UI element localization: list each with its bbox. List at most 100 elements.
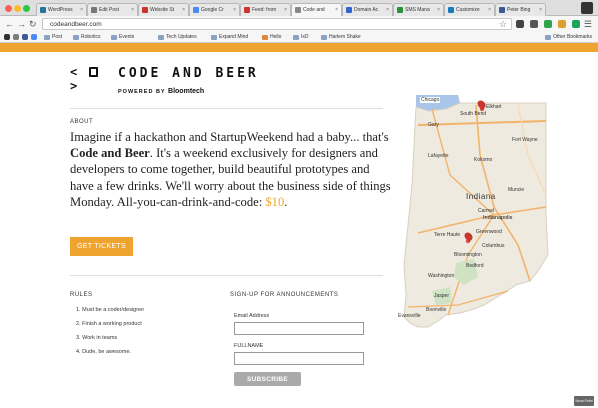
bookmark-expand-mind[interactable]: Expand Mind xyxy=(211,34,248,40)
email-field[interactable] xyxy=(234,322,364,335)
tab-favicon-icon xyxy=(397,7,403,13)
map-graphic xyxy=(403,95,549,328)
folder-icon xyxy=(321,34,327,40)
map-city-evansville: Evansville xyxy=(398,313,421,319)
extension-drive-icon[interactable] xyxy=(572,20,580,28)
browser-tab[interactable]: Feed: from × xyxy=(240,3,291,16)
reload-icon[interactable]: ↻ xyxy=(29,19,37,29)
fullname-label: FULLNAME xyxy=(234,343,264,349)
bookmark-post[interactable]: Post xyxy=(44,34,62,40)
get-tickets-button[interactable]: GET TICKETS xyxy=(70,237,133,256)
bookmark-hello[interactable]: Hello xyxy=(262,34,281,40)
tab-title: Domain Ac xyxy=(354,7,379,13)
browser-tab[interactable]: Domain Ac × xyxy=(342,3,393,16)
about-paragraph: Imagine if a hackathon and StartupWeeken… xyxy=(70,130,391,209)
bookmark-ixd[interactable]: IxD xyxy=(293,34,309,40)
tab-close-icon[interactable]: × xyxy=(131,7,134,13)
divider xyxy=(70,108,383,109)
back-arrow-icon[interactable]: ← xyxy=(5,19,14,29)
browser-tab[interactable]: Customize × xyxy=(444,3,495,16)
address-bar[interactable]: codeandbeer.com ☆ xyxy=(42,18,512,30)
menu-icon[interactable]: ☰ xyxy=(584,19,592,29)
bookmark-icon-3[interactable] xyxy=(22,34,28,40)
browser-tabs: WordPress × Edit Post × Website St × Google Cr… xyxy=(36,3,546,16)
fullname-field[interactable] xyxy=(234,352,364,365)
list-item: 4. Dude, be awesome. xyxy=(76,349,132,355)
extension-shield-icon[interactable] xyxy=(530,20,538,28)
tab-title: Google Cr xyxy=(201,7,224,13)
browser-tab[interactable]: Website St × xyxy=(138,3,189,16)
tab-title: SMS Mana xyxy=(405,7,430,13)
map-city-gary: Gary xyxy=(428,122,439,128)
folder-icon xyxy=(73,34,79,40)
subscribe-button[interactable]: SUBSCRIBE xyxy=(234,372,301,386)
tab-close-icon[interactable]: × xyxy=(182,7,185,13)
extension-check-icon[interactable] xyxy=(544,20,552,28)
beer-mug-icon xyxy=(89,67,98,77)
map-city-muncie: Muncie xyxy=(508,187,525,193)
list-item: 2. Finish a working product xyxy=(76,321,142,327)
browser-tab[interactable]: Peter Bing × xyxy=(495,3,546,16)
tab-close-icon[interactable]: × xyxy=(335,7,338,13)
tab-strip: WordPress × Edit Post × Website St × Google Cr… xyxy=(0,0,598,16)
bookmark-icon-1[interactable] xyxy=(4,34,10,40)
tab-favicon-icon xyxy=(244,7,250,13)
email-label: Email Address xyxy=(234,313,270,319)
tab-close-icon[interactable]: × xyxy=(80,7,83,13)
tab-title: Code and xyxy=(303,7,325,13)
extension-warning-icon[interactable] xyxy=(558,20,566,28)
url-text: codeandbeer.com xyxy=(50,21,102,28)
browser-tab[interactable]: Google Cr × xyxy=(189,3,240,16)
tab-close-icon[interactable]: × xyxy=(233,7,236,13)
bookmark-harlem-shake[interactable]: Harlem Shake xyxy=(321,34,361,40)
hello-icon xyxy=(262,34,268,40)
profile-avatar[interactable] xyxy=(581,2,593,14)
browser-tab[interactable]: WordPress × xyxy=(36,3,87,16)
zoom-window-button[interactable] xyxy=(23,5,30,12)
bookmark-star-icon[interactable]: ☆ xyxy=(499,19,507,30)
rules-list: 1. Must be a coder/designer 2. Finish a … xyxy=(76,307,144,363)
folder-icon xyxy=(293,34,299,40)
extension-layers-icon[interactable] xyxy=(516,20,524,28)
map-city-lafayette: Lafayette xyxy=(428,153,449,159)
map-city-south-bend: South Bend xyxy=(460,111,487,117)
folder-icon xyxy=(111,34,117,40)
bookmark-robotics[interactable]: Robotics xyxy=(73,34,100,40)
map-city-washington: Washington xyxy=(428,273,455,279)
browser-tab[interactable]: Code and × xyxy=(291,3,342,16)
forward-arrow-icon[interactable]: → xyxy=(17,19,26,29)
close-window-button[interactable] xyxy=(5,5,12,12)
tab-close-icon[interactable]: × xyxy=(284,7,287,13)
map-city-terre-haute: Terre Haute xyxy=(434,232,461,238)
tab-close-icon[interactable]: × xyxy=(539,7,542,13)
indiana-map[interactable]: Chicago South Bend Gary Elkhart Fort Way… xyxy=(398,95,553,335)
bookmark-events[interactable]: Events xyxy=(111,34,134,40)
map-city-bloomington: Bloomington xyxy=(454,252,482,258)
bookmark-icon-4[interactable] xyxy=(31,34,37,40)
tab-favicon-icon xyxy=(193,7,199,13)
minimize-window-button[interactable] xyxy=(14,5,21,12)
divider xyxy=(70,275,383,276)
bookmark-icon-2[interactable] xyxy=(13,34,19,40)
tab-close-icon[interactable]: × xyxy=(386,7,389,13)
map-city-boonville: Boonville xyxy=(426,307,447,313)
logo-powered-by: POWERED BY Bloomtech xyxy=(118,88,205,95)
bookmark-tech-updates[interactable]: Tech Updates xyxy=(158,34,197,40)
map-city-indianapolis: Indianapolis xyxy=(483,215,513,221)
tab-close-icon[interactable]: × xyxy=(437,7,440,13)
tab-favicon-icon xyxy=(448,7,454,13)
toolbar: ← → ↻ codeandbeer.com ☆ ☰ xyxy=(0,16,598,32)
about-heading: ABOUT xyxy=(70,119,94,125)
logo-title: CODE AND BEER xyxy=(118,66,259,81)
browser-tab[interactable]: SMS Mana × xyxy=(393,3,444,16)
tab-title: Website St xyxy=(150,7,175,13)
bookmarks-bar: Post Robotics Events Tech Updates Expand… xyxy=(0,32,598,43)
corner-badge[interactable]: Nova Point xyxy=(574,396,594,406)
map-city-jasper: Jasper xyxy=(434,293,450,299)
map-city-elkhart: Elkhart xyxy=(486,104,502,110)
code-bracket-glyph: < > xyxy=(70,65,77,93)
browser-tab[interactable]: Edit Post × xyxy=(87,3,138,16)
tab-close-icon[interactable]: × xyxy=(488,7,491,13)
map-city-greenwood: Greenwood xyxy=(476,229,502,235)
bookmark-other[interactable]: Other Bookmarks xyxy=(545,34,592,40)
